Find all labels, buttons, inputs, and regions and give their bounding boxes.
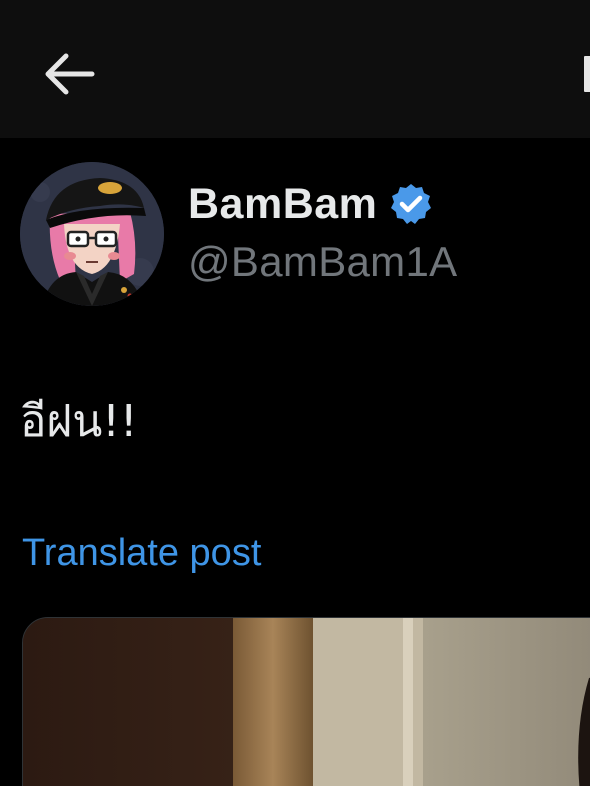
back-button[interactable] — [32, 46, 104, 102]
translate-post-link[interactable]: Translate post — [22, 532, 261, 575]
author-display-name[interactable]: BamBam — [188, 180, 377, 229]
verified-badge-icon[interactable] — [389, 182, 433, 226]
author-handle[interactable]: @BamBam1A — [188, 238, 457, 286]
post-media[interactable] — [22, 617, 590, 786]
arrow-left-icon — [45, 53, 95, 95]
tweet-detail-page: BamBam @BamBam1A อีฝน!! Translate post — [0, 0, 590, 786]
more-options-icon[interactable] — [584, 56, 590, 92]
top-navigation-bar — [0, 0, 590, 138]
avatar[interactable] — [20, 162, 164, 306]
avatar-illustration — [20, 162, 164, 306]
media-photo — [23, 618, 590, 786]
author-name-row: BamBam — [188, 176, 433, 232]
post-text: อีฝน!! — [20, 396, 138, 447]
